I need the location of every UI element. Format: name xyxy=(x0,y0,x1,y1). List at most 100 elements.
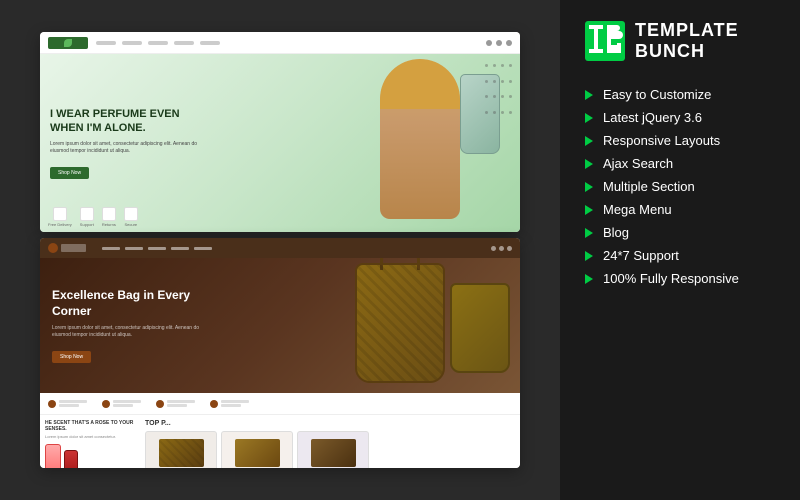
t1-support-icon xyxy=(80,207,94,221)
t2-bag-main xyxy=(355,263,445,383)
feature-item-8: 100% Fully Responsive xyxy=(585,271,780,286)
t2-products-row: $49.99 $79.99 $59.99 xyxy=(145,431,515,468)
t1-woman-image xyxy=(380,59,460,219)
feature-item-6: Blog xyxy=(585,225,780,240)
arrow-icon-5 xyxy=(585,205,593,215)
t2-support-icon xyxy=(210,400,218,408)
t2-navbar xyxy=(40,238,520,258)
t1-feature-returns: Returns xyxy=(102,207,116,227)
t2-feat-returns xyxy=(156,400,195,408)
t2-bags xyxy=(355,263,510,383)
t1-feature-support: Support xyxy=(80,207,94,227)
t2-feat-payment xyxy=(102,400,141,408)
preview-panel: I WEAR PERFUME EVEN WHEN I'M ALONE. Lore… xyxy=(0,0,560,500)
t2-hero: Excellence Bag in Every Corner Lorem ips… xyxy=(40,258,520,393)
feature-item-4: Multiple Section xyxy=(585,179,780,194)
t2-logo xyxy=(48,243,86,253)
t1-dots-decoration xyxy=(485,64,515,124)
t2-feat-support xyxy=(210,400,249,408)
feature-label-2: Responsive Layouts xyxy=(603,133,720,148)
t1-hero-title: I WEAR PERFUME EVEN WHEN I'M ALONE. xyxy=(50,107,210,136)
arrow-icon-1 xyxy=(585,113,593,123)
t1-logo-icon xyxy=(64,39,72,47)
t1-delivery-label: Free Delivery xyxy=(48,222,72,227)
arrow-icon-7 xyxy=(585,251,593,261)
brand-logo-svg xyxy=(585,21,625,61)
feature-item-5: Mega Menu xyxy=(585,202,780,217)
feature-label-5: Mega Menu xyxy=(603,202,672,217)
t2-search-icon xyxy=(491,246,496,251)
t1-feature-secure: Secure xyxy=(124,207,138,227)
t1-cta-button[interactable]: Shop Now xyxy=(50,167,89,179)
feature-label-6: Blog xyxy=(603,225,629,240)
feature-item-7: 24*7 Support xyxy=(585,248,780,263)
arrow-icon-2 xyxy=(585,136,593,146)
t1-secure-icon xyxy=(124,207,138,221)
t2-left-subtitle: Lorem ipsum dolor sit amet consectetur. xyxy=(45,434,135,439)
template-1-preview: I WEAR PERFUME EVEN WHEN I'M ALONE. Lore… xyxy=(40,32,520,232)
t1-hero: I WEAR PERFUME EVEN WHEN I'M ALONE. Lore… xyxy=(40,54,520,232)
t1-nav-links xyxy=(96,41,478,45)
t2-returns-icon xyxy=(156,400,164,408)
feature-label-8: 100% Fully Responsive xyxy=(603,271,739,286)
features-list: Easy to Customize Latest jQuery 3.6 Resp… xyxy=(585,87,780,480)
feature-item-3: Ajax Search xyxy=(585,156,780,171)
t2-product-card-2: $79.99 xyxy=(221,431,293,468)
t1-nav-link xyxy=(200,41,220,45)
t2-product-card-3: $59.99 xyxy=(297,431,369,468)
t2-nav-link xyxy=(148,247,166,250)
brand-logo xyxy=(585,21,625,61)
t2-nav-links xyxy=(102,247,212,250)
t1-search-icon xyxy=(486,40,492,46)
right-panel: TEMPLATE BUNCH Easy to Customize Latest … xyxy=(560,0,800,500)
t2-bag-small xyxy=(450,283,510,373)
t2-cart-icon xyxy=(507,246,512,251)
t2-payment-icon xyxy=(102,400,110,408)
t1-navbar xyxy=(40,32,520,54)
t2-nav-link xyxy=(102,247,120,250)
t2-perfume-bottles xyxy=(45,444,135,468)
feature-label-7: 24*7 Support xyxy=(603,248,679,263)
t2-bottle-1 xyxy=(45,444,61,468)
t2-categories-label: TOP P... xyxy=(145,420,515,427)
t2-payment-text xyxy=(113,400,141,407)
t2-feat-delivery xyxy=(48,400,87,408)
t2-support-text xyxy=(221,400,249,407)
feature-label-4: Multiple Section xyxy=(603,179,695,194)
brand-header: TEMPLATE BUNCH xyxy=(585,20,780,62)
arrow-icon-0 xyxy=(585,90,593,100)
t2-product-img-2 xyxy=(235,439,280,467)
t2-features-bar xyxy=(40,393,520,415)
t1-hero-text: I WEAR PERFUME EVEN WHEN I'M ALONE. Lore… xyxy=(50,107,210,180)
feature-label-3: Ajax Search xyxy=(603,156,673,171)
t2-logo-text xyxy=(61,244,86,252)
t2-hero-subtitle: Lorem ipsum dolor sit amet, consectetur … xyxy=(52,325,202,339)
t1-returns-icon xyxy=(102,207,116,221)
t1-features: Free Delivery Support Returns Secure xyxy=(48,207,138,227)
t2-nav-link xyxy=(194,247,212,250)
t2-bottom-section: HE SCENT THAT'S A ROSE TO YOUR SENSES. L… xyxy=(40,415,520,468)
t1-feature-delivery: Free Delivery xyxy=(48,207,72,227)
t1-returns-label: Returns xyxy=(102,222,116,227)
t2-left-content: HE SCENT THAT'S A ROSE TO YOUR SENSES. L… xyxy=(40,415,140,468)
t1-delivery-icon xyxy=(53,207,67,221)
arrow-icon-3 xyxy=(585,159,593,169)
t2-bottle-2 xyxy=(64,450,78,468)
t1-logo xyxy=(48,37,88,49)
feature-label-0: Easy to Customize xyxy=(603,87,711,102)
t2-product-img-1 xyxy=(159,439,204,467)
t2-nav-link xyxy=(125,247,143,250)
t2-product-card: $49.99 xyxy=(145,431,217,468)
t2-categories-section: TOP P... $49.99 $79.99 xyxy=(140,415,520,468)
t1-cart-icon xyxy=(506,40,512,46)
t2-product-img-3 xyxy=(311,439,356,467)
t2-hero-text: Excellence Bag in Every Corner Lorem ips… xyxy=(52,288,202,362)
t2-returns-text xyxy=(167,400,195,407)
t2-bag-pattern xyxy=(357,265,443,381)
template-previews: I WEAR PERFUME EVEN WHEN I'M ALONE. Lore… xyxy=(0,0,560,500)
arrow-icon-8 xyxy=(585,274,593,284)
t1-woman-hair xyxy=(380,59,460,109)
t2-cta-button[interactable]: Shop Now xyxy=(52,351,91,363)
brand-name: TEMPLATE BUNCH xyxy=(635,20,780,62)
t2-user-icon xyxy=(499,246,504,251)
